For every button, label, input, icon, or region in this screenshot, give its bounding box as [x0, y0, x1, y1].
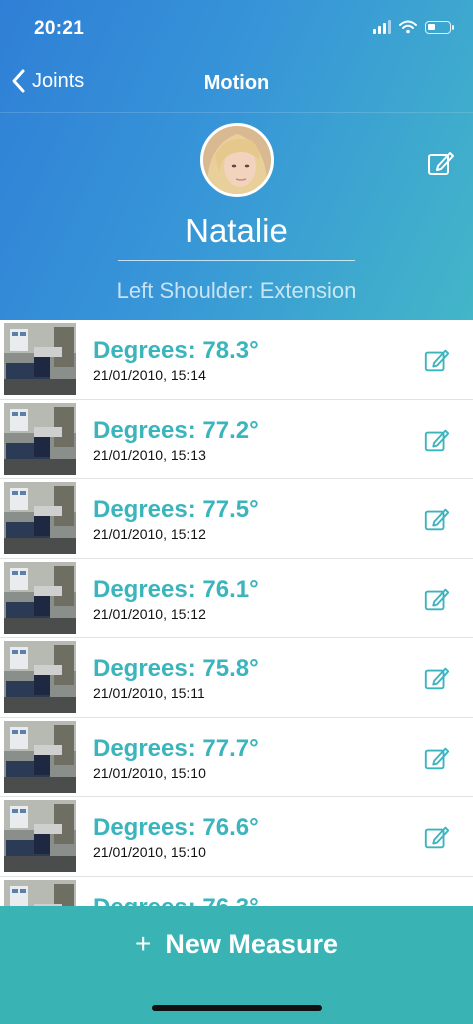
edit-icon[interactable] [423, 346, 451, 374]
measure-degrees: Degrees: 78.3° [93, 337, 259, 364]
joint-motion-label: Left Shoulder: Extension [116, 278, 357, 303]
battery-icon [425, 20, 454, 34]
plus-icon: + [135, 928, 152, 959]
measure-thumbnail [4, 879, 76, 906]
list-item[interactable]: Degrees: 77.7° 21/01/2010, 15:10 [0, 718, 473, 797]
signal-icon [373, 20, 391, 34]
edit-icon[interactable] [423, 505, 451, 533]
measure-degrees: Degrees: 75.8° [93, 655, 259, 682]
measure-timestamp: 21/01/2010, 15:11 [93, 685, 205, 701]
edit-profile-icon[interactable] [426, 148, 456, 178]
avatar [200, 123, 274, 197]
measure-thumbnail [4, 720, 76, 793]
measure-degrees: Degrees: 77.5° [93, 496, 259, 523]
measure-timestamp: 21/01/2010, 15:12 [93, 526, 206, 542]
nav-divider [0, 112, 473, 113]
status-bar: 20:21 [0, 0, 473, 58]
measure-list[interactable]: Degrees: 78.3° 21/01/2010, 15:14 Degrees:… [0, 320, 473, 906]
list-item[interactable]: Degrees: 77.5° 21/01/2010, 15:12 [0, 479, 473, 559]
wifi-icon [399, 20, 417, 34]
measure-degrees: Degrees: 76.6° [93, 814, 259, 841]
measure-thumbnail [4, 323, 76, 395]
status-time: 20:21 [34, 18, 85, 39]
edit-icon[interactable] [423, 823, 451, 851]
measure-timestamp: 21/01/2010, 15:12 [93, 605, 206, 622]
measure-thumbnail [4, 402, 76, 475]
edit-icon[interactable] [423, 585, 451, 613]
edit-icon[interactable] [423, 426, 451, 454]
status-icons [373, 20, 454, 34]
measure-degrees: Degrees: 77.2° [93, 416, 259, 444]
home-area [0, 982, 473, 1024]
page-title: Motion [203, 72, 270, 94]
measure-thumbnail [4, 800, 76, 872]
patient-name: Natalie [185, 212, 288, 249]
name-divider [118, 260, 355, 261]
measure-thumbnail [4, 641, 76, 713]
list-item[interactable]: Degrees: 77.2° 21/01/2010, 15:13 [0, 400, 473, 479]
measure-thumbnail [4, 482, 76, 554]
list-item[interactable]: Degrees: 78.3° 21/01/2010, 15:14 [0, 320, 473, 400]
home-indicator[interactable] [152, 1005, 322, 1011]
new-measure-button[interactable]: + New Measure [0, 906, 473, 982]
measure-timestamp: 21/01/2010, 15:10 [93, 764, 206, 781]
measure-degrees: Degrees: 76.1° [93, 575, 259, 603]
profile-header: 20:21 Joints Motion Natalie Left Shoulde… [0, 0, 473, 320]
list-item[interactable]: Degrees: 76.3° [0, 877, 473, 907]
list-item[interactable]: Degrees: 76.6° 21/01/2010, 15:10 [0, 797, 473, 877]
measure-thumbnail [4, 561, 76, 634]
edit-icon[interactable] [423, 744, 451, 772]
nav-bar: Joints Motion [0, 58, 473, 112]
measure-timestamp: 21/01/2010, 15:14 [93, 367, 206, 383]
new-measure-label: New Measure [165, 928, 338, 959]
edit-icon[interactable] [423, 664, 451, 692]
list-item[interactable]: Degrees: 75.8° 21/01/2010, 15:11 [0, 638, 473, 718]
measure-degrees: Degrees: 76.3° [93, 894, 259, 907]
list-item[interactable]: Degrees: 76.1° 21/01/2010, 15:12 [0, 559, 473, 638]
measure-timestamp: 21/01/2010, 15:13 [93, 446, 206, 463]
measure-degrees: Degrees: 77.7° [93, 734, 259, 762]
measure-timestamp: 21/01/2010, 15:10 [93, 844, 206, 860]
